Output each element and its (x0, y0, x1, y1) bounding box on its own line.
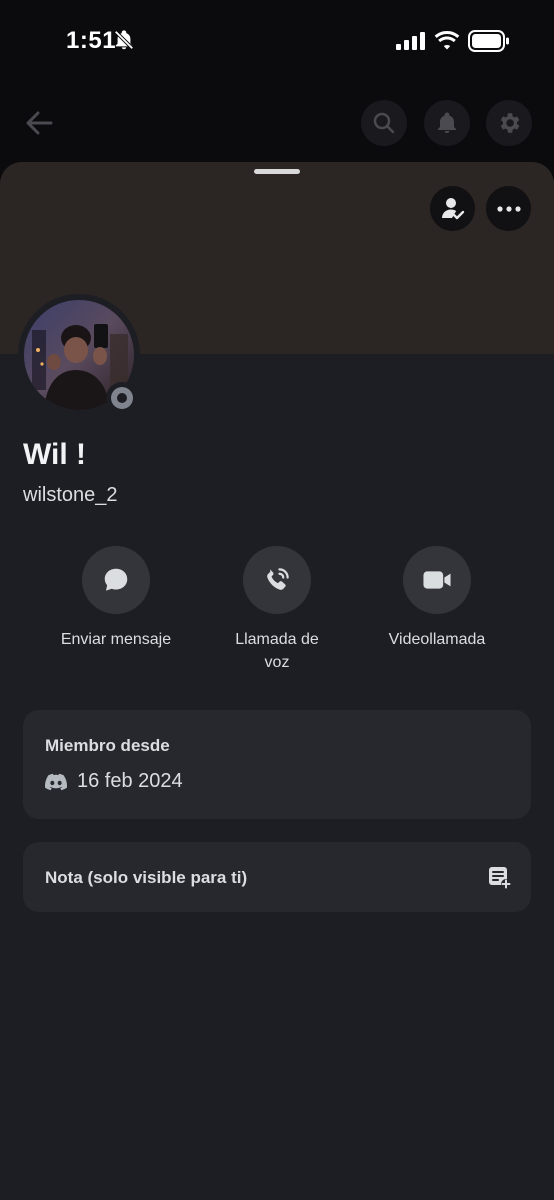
bell-slash-icon (113, 29, 135, 56)
bell-icon (438, 112, 456, 133)
drag-handle[interactable] (254, 169, 300, 174)
more-dots-icon (496, 205, 521, 212)
search-icon (373, 112, 395, 134)
send-message-action[interactable]: Enviar mensaje (36, 546, 196, 651)
notifications-button[interactable] (424, 100, 470, 146)
note-card[interactable]: Nota (solo visible para ti) (23, 842, 531, 912)
phone-call-icon (267, 568, 289, 590)
video-camera-icon (423, 571, 451, 589)
gear-icon (500, 113, 520, 133)
username[interactable]: wilstone_2 (23, 484, 118, 507)
chat-bubble-icon (104, 568, 128, 591)
member-since-card: Miembro desde 16 feb 2024 (23, 710, 531, 819)
send-message-label: Enviar mensaje (60, 631, 172, 648)
voice-call-button[interactable] (243, 546, 311, 614)
video-call-button[interactable] (403, 546, 471, 614)
offline-status-indicator (106, 382, 138, 414)
video-call-action[interactable]: Videollamada (357, 546, 517, 651)
voice-call-label: Llamada de voz (235, 631, 319, 671)
friend-status-button[interactable] (430, 186, 475, 231)
display-name: Wil ! (23, 438, 87, 471)
status-bar: 1:51 (0, 0, 554, 84)
member-since-title: Miembro desde (45, 736, 170, 755)
friend-check-icon (441, 197, 464, 219)
back-arrow-icon[interactable] (22, 106, 56, 140)
profile-sheet: Wil ! wilstone_2 Enviar mensaje Llamada … (0, 162, 554, 1200)
cellular-signal-icon (396, 32, 426, 55)
member-since-row: 16 feb 2024 (45, 770, 183, 793)
more-options-button[interactable] (486, 186, 531, 231)
voice-call-action[interactable]: Llamada de voz (197, 546, 357, 674)
discord-logo-icon (45, 773, 67, 790)
video-call-label: Videollamada (388, 631, 486, 648)
top-nav (0, 98, 554, 148)
note-title: Nota (solo visible para ti) (45, 868, 248, 887)
search-button[interactable] (361, 100, 407, 146)
add-note-icon[interactable] (487, 865, 511, 889)
status-time: 1:51 (66, 27, 117, 54)
send-message-button[interactable] (82, 546, 150, 614)
member-since-date: 16 feb 2024 (77, 770, 183, 792)
settings-button[interactable] (486, 100, 532, 146)
battery-icon (468, 30, 510, 57)
wifi-icon (434, 30, 460, 55)
